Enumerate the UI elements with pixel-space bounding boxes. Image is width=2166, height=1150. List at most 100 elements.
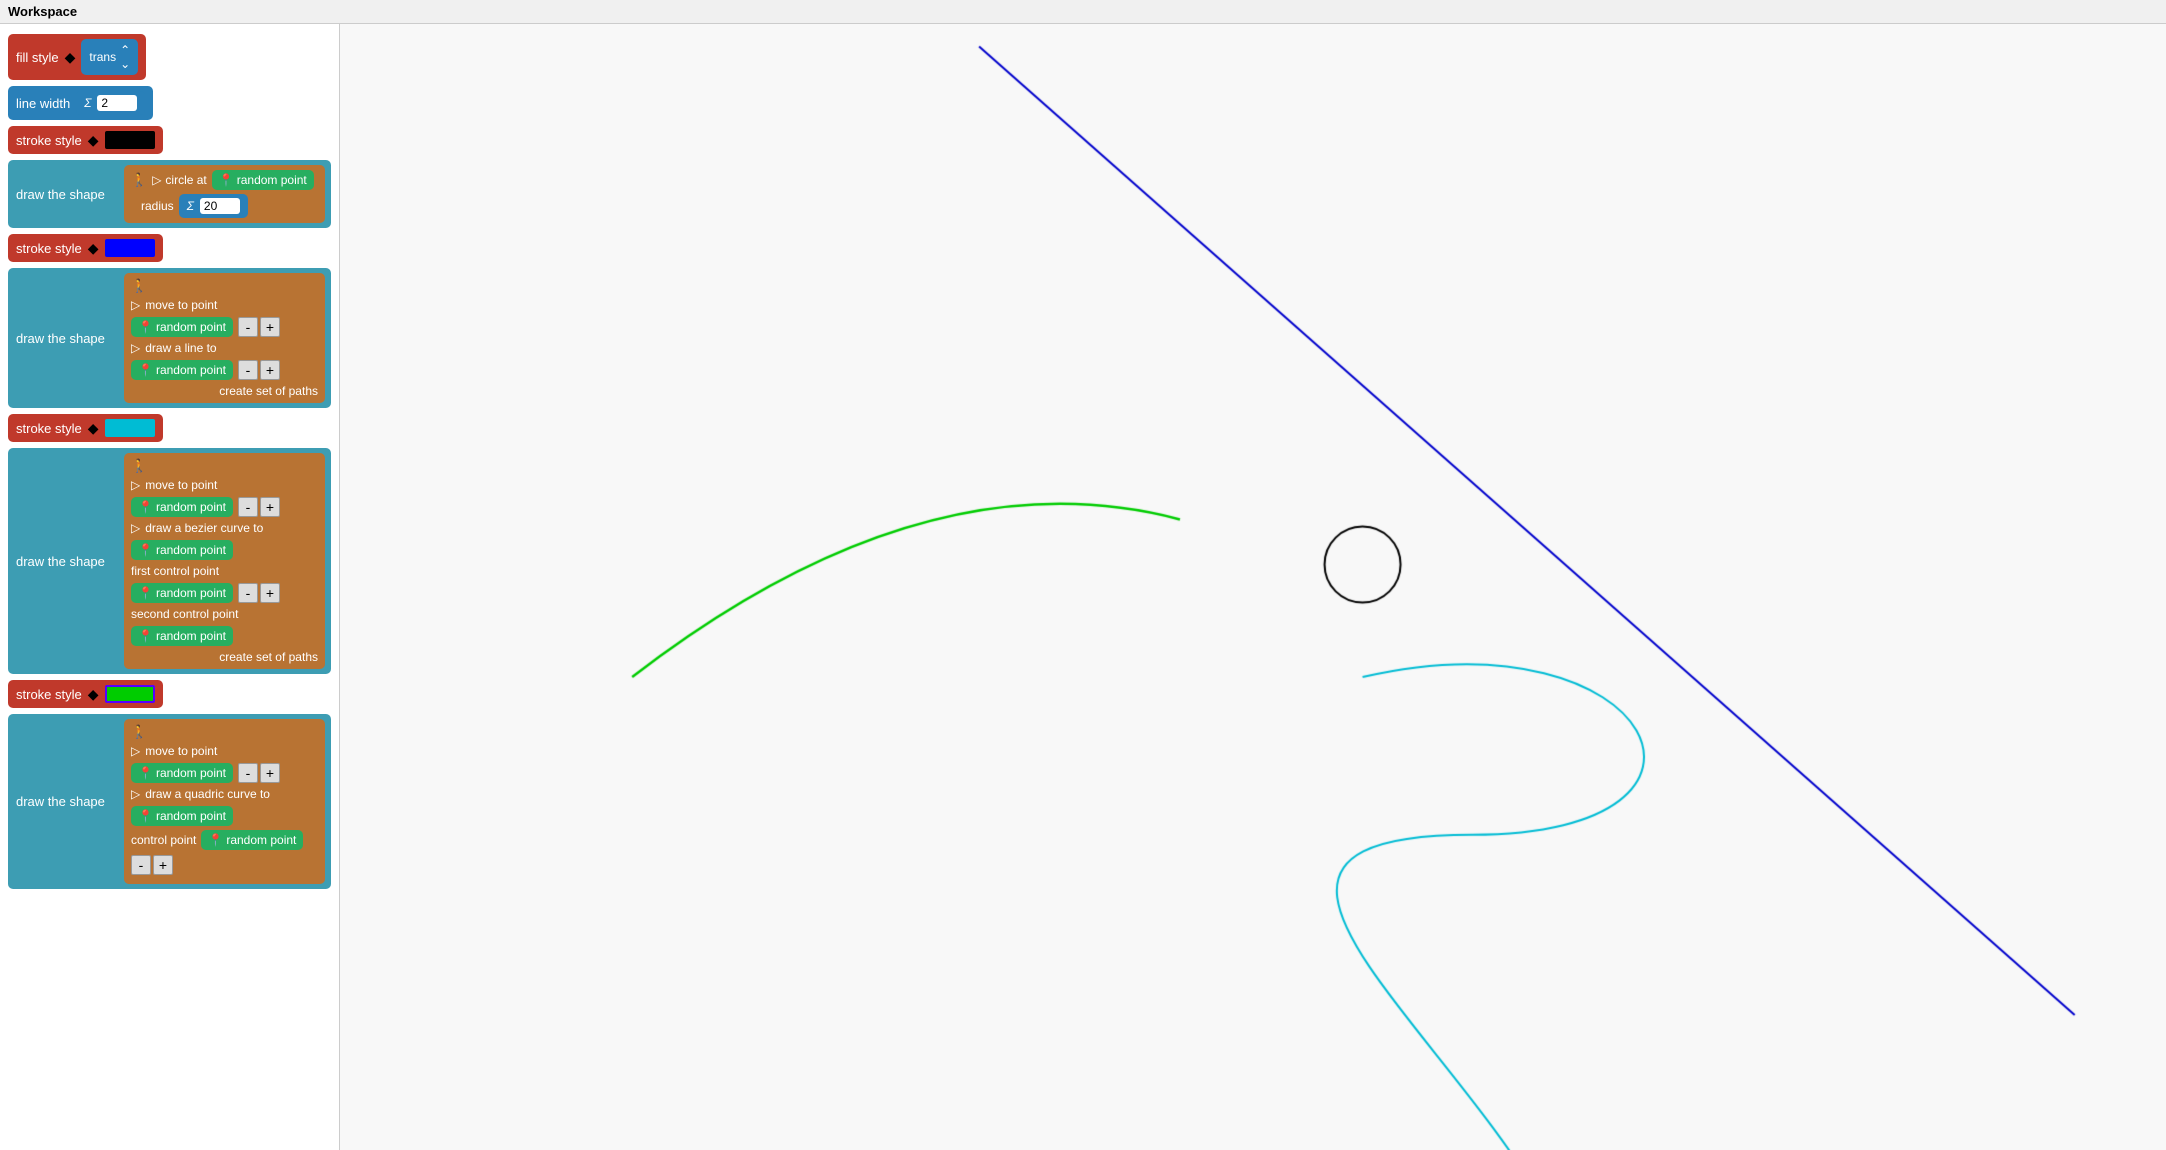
fill-style-value: trans (89, 50, 116, 64)
stroke-style-2-block: stroke style ◆ (8, 234, 163, 262)
minus-btn-3a[interactable]: - (238, 497, 258, 517)
draw-shape-1-label: draw the shape (16, 187, 105, 202)
pin-icon-4c: 📍 (208, 833, 223, 847)
minus-btn-4a[interactable]: - (238, 763, 258, 783)
triangle-icon-4a: ▷ (131, 744, 140, 758)
line-width-block: line width Σ (8, 86, 153, 120)
plus-btn-3a[interactable]: + (260, 497, 280, 517)
pin-icon-2b: 📍 (138, 363, 153, 377)
random-point-4b[interactable]: 📍 random point (131, 806, 233, 826)
draw-shape-4-inner: 🚶 ▷ move to point 📍 random point - + (124, 719, 325, 884)
pin-icon-3d: 📍 (138, 629, 153, 643)
plus-btn-2b[interactable]: + (260, 360, 280, 380)
stroke-style-1-label: stroke style (16, 133, 82, 148)
minus-btn-2b[interactable]: - (238, 360, 258, 380)
line-width-input-wrapper: Σ (76, 91, 145, 115)
random-point-4a[interactable]: 📍 random point (131, 763, 233, 783)
fill-style-label: fill style (16, 50, 59, 65)
main-layout: fill style ◆ trans ⌃⌄ line width Σ strok… (0, 24, 2166, 1150)
create-paths-3: create set of paths (131, 650, 318, 664)
draw-shape-1-label-col: draw the shape (8, 160, 118, 228)
fill-diamond-icon: ◆ (65, 49, 76, 66)
stroke-1-color-swatch[interactable] (105, 131, 155, 149)
minus-btn-4b[interactable]: - (131, 855, 151, 875)
stroke-style-2-label: stroke style (16, 241, 82, 256)
draw-4-person-row: 🚶 (131, 724, 318, 740)
random-point-3a[interactable]: 📍 random point (131, 497, 233, 517)
stroke-style-1-block: stroke style ◆ (8, 126, 163, 154)
draw-shape-3-block: draw the shape 🚶 ▷ move to point 📍 rando… (8, 448, 331, 674)
draw-shape-4-content: 🚶 ▷ move to point 📍 random point - + (118, 714, 331, 889)
person-icon-3: 🚶 (131, 458, 147, 474)
pin-icon-2a: 📍 (138, 320, 153, 334)
canvas-area[interactable] (340, 24, 2166, 1150)
radius-input-wrapper: Σ (179, 194, 248, 218)
line-width-input[interactable] (97, 95, 137, 111)
pm-group-3a: - + (238, 497, 280, 517)
drawing-canvas (340, 24, 2166, 1150)
stroke-2-diamond-icon: ◆ (88, 240, 99, 257)
random-point-3d[interactable]: 📍 random point (131, 626, 233, 646)
ctrl-row-4: control point 📍 random point - + (131, 830, 318, 875)
fill-style-block: fill style ◆ trans ⌃⌄ (8, 34, 146, 80)
minus-btn-3b[interactable]: - (238, 583, 258, 603)
circle-at-row: 🚶 ▷ circle at 📍 random point (131, 170, 318, 190)
move-to-row-3: ▷ move to point 📍 random point - + (131, 478, 318, 517)
random-point-2a[interactable]: 📍 random point (131, 317, 233, 337)
minus-btn-2a[interactable]: - (238, 317, 258, 337)
plus-btn-4b[interactable]: + (153, 855, 173, 875)
draw-shape-3-content: 🚶 ▷ move to point 📍 random point - + (118, 448, 331, 674)
triangle-icon-2: ▷ (131, 298, 140, 312)
stroke-3-diamond-icon: ◆ (88, 420, 99, 437)
fill-dropdown-arrow: ⌃⌄ (120, 43, 130, 71)
draw-shape-4-label: draw the shape (16, 794, 105, 809)
line-width-label: line width (16, 96, 70, 111)
stroke-style-3-block: stroke style ◆ (8, 414, 163, 442)
draw-3-person-row: 🚶 (131, 458, 318, 474)
bezier-row: ▷ draw a bezier curve to 📍 random point (131, 521, 318, 560)
random-point-2b[interactable]: 📍 random point (131, 360, 233, 380)
stroke-2-color-swatch[interactable] (105, 239, 155, 257)
triangle-icon-2b: ▷ (131, 341, 140, 355)
stroke-3-color-swatch[interactable] (105, 419, 155, 437)
radius-row: radius Σ (131, 194, 318, 218)
random-point-1[interactable]: 📍 random point (212, 170, 314, 190)
person-icon-2: 🚶 (131, 278, 147, 294)
person-icon-4: 🚶 (131, 724, 147, 740)
plus-btn-4a[interactable]: + (260, 763, 280, 783)
ctrl2-row: second control point 📍 random point (131, 607, 318, 646)
triangle-icon-3b: ▷ (131, 521, 140, 535)
pm-group-2a: - + (238, 317, 280, 337)
pin-icon-4b: 📍 (138, 809, 153, 823)
plus-btn-3b[interactable]: + (260, 583, 280, 603)
line-to-label-2: draw a line to (145, 341, 216, 355)
triangle-icon-4b: ▷ (131, 787, 140, 801)
pm-group-2b: - + (238, 360, 280, 380)
circle-label: ▷ circle at (152, 173, 207, 187)
stroke-style-3-label: stroke style (16, 421, 82, 436)
triangle-icon-3a: ▷ (131, 478, 140, 492)
title-bar: Workspace (0, 0, 2166, 24)
ctrl1-row: first control point 📍 random point - + (131, 564, 318, 603)
stroke-4-color-swatch[interactable] (105, 685, 155, 703)
draw-shape-3-label: draw the shape (16, 554, 105, 569)
random-point-3b[interactable]: 📍 random point (131, 540, 233, 560)
random-point-4c[interactable]: 📍 random point (201, 830, 303, 850)
draw-shape-1-inner: 🚶 ▷ circle at 📍 random point radius (124, 165, 325, 223)
plus-btn-2a[interactable]: + (260, 317, 280, 337)
workspace-title: Workspace (8, 4, 77, 19)
create-paths-2: create set of paths (131, 384, 318, 398)
draw-shape-2-label-col: draw the shape (8, 268, 118, 408)
random-point-3c[interactable]: 📍 random point (131, 583, 233, 603)
pin-icon-4a: 📍 (138, 766, 153, 780)
stroke-style-4-block: stroke style ◆ (8, 680, 163, 708)
move-to-row-2: ▷ move to point 📍 random point - + (131, 298, 318, 337)
fill-style-dropdown[interactable]: trans ⌃⌄ (81, 39, 138, 75)
draw-shape-4-label-col: draw the shape (8, 714, 118, 889)
pin-icon-3b: 📍 (138, 543, 153, 557)
pin-icon-3a: 📍 (138, 500, 153, 514)
radius-label: radius (141, 199, 174, 213)
draw-shape-2-label: draw the shape (16, 331, 105, 346)
draw-shape-4-block: draw the shape 🚶 ▷ move to point 📍 rando… (8, 714, 331, 889)
radius-input[interactable] (200, 198, 240, 214)
